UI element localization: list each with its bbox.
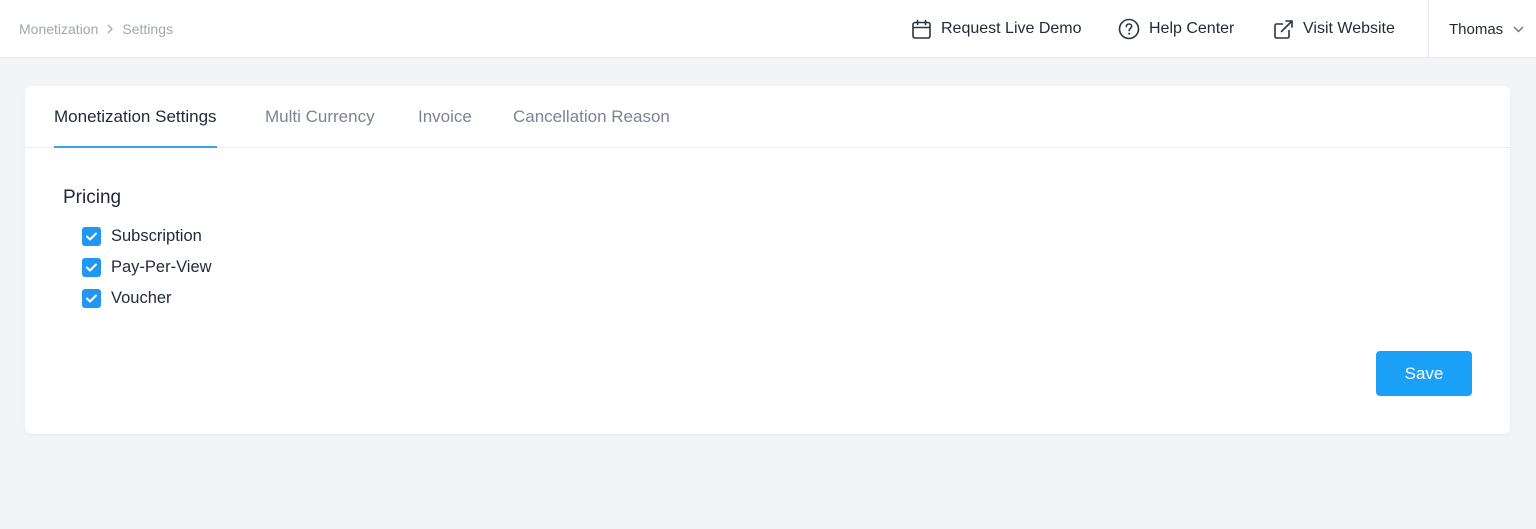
visit-website-link[interactable]: Visit Website: [1273, 0, 1395, 58]
tab-cancellation-reason[interactable]: Cancellation Reason: [513, 86, 670, 148]
tab-monetization-settings[interactable]: Monetization Settings: [54, 86, 217, 148]
pay-per-view-checkbox[interactable]: [82, 257, 101, 277]
request-live-demo-label: Request Live Demo: [941, 20, 1082, 37]
breadcrumb: Monetization Settings: [19, 0, 173, 58]
voucher-checkbox[interactable]: [82, 288, 101, 308]
calendar-icon: [911, 19, 932, 40]
save-button[interactable]: Save: [1376, 351, 1472, 396]
settings-card: Monetization Settings Multi Currency Inv…: [25, 86, 1510, 434]
breadcrumb-item-monetization[interactable]: Monetization: [19, 21, 98, 37]
user-name: Thomas: [1449, 20, 1504, 38]
visit-website-label: Visit Website: [1303, 20, 1395, 37]
help-center-link[interactable]: Help Center: [1118, 0, 1234, 58]
pricing-option-pay-per-view[interactable]: Pay-Per-View: [82, 256, 212, 278]
chevron-down-icon: [1513, 26, 1524, 33]
chevron-right-icon: [106, 24, 114, 34]
user-divider: [1428, 0, 1429, 58]
voucher-label: Voucher: [111, 288, 172, 307]
tab-multi-currency[interactable]: Multi Currency: [265, 86, 375, 148]
pricing-section-title: Pricing: [63, 187, 122, 208]
tab-invoice[interactable]: Invoice: [418, 86, 472, 148]
pricing-option-subscription[interactable]: Subscription: [82, 225, 202, 247]
subscription-label: Subscription: [111, 226, 202, 245]
help-center-label: Help Center: [1149, 20, 1235, 37]
request-live-demo-link[interactable]: Request Live Demo: [911, 0, 1082, 58]
breadcrumb-item-settings: Settings: [122, 21, 173, 37]
top-bar: Monetization Settings Request Live Demo …: [0, 0, 1536, 58]
subscription-checkbox[interactable]: [82, 226, 101, 246]
question-circle-icon: [1118, 18, 1140, 40]
pricing-option-voucher[interactable]: Voucher: [82, 287, 172, 309]
external-link-icon: [1273, 19, 1294, 40]
user-menu[interactable]: Thomas: [1449, 0, 1524, 58]
tab-bar: Monetization Settings Multi Currency Inv…: [25, 86, 1510, 148]
pay-per-view-label: Pay-Per-View: [111, 257, 212, 276]
